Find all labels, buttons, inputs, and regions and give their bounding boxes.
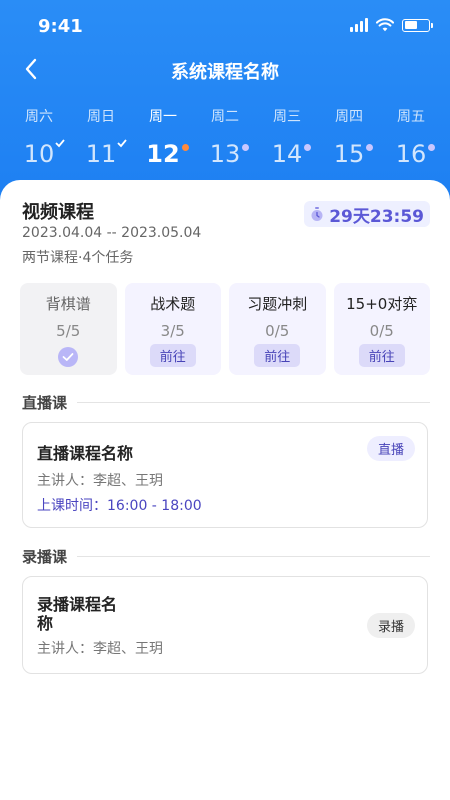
course-panel: 视频课程 29天23:59 2023.04.04 -- 2023.05.04 两… (0, 180, 450, 800)
week-selector: 周六 10 周日 11 周一 12 周二 13 周三 14 周四 15 周五 1… (8, 106, 442, 168)
course-summary: 两节课程·4个任务 (22, 250, 134, 266)
nav-bar: 系统课程名称 (0, 50, 450, 90)
section-title: 直播课 (22, 394, 68, 412)
task-name: 战术题 (150, 295, 196, 313)
lesson-name: 录播课程名 称 (37, 595, 118, 633)
live-tag: 直播 (366, 436, 415, 461)
course-date-range: 2023.04.04 -- 2023.05.04 (22, 225, 202, 241)
lesson-teacher: 主讲人：李超、王玥 (37, 641, 163, 657)
day-item[interactable]: 周四 15 (318, 106, 380, 168)
day-number: 11 (86, 139, 127, 168)
day-name: 周三 (273, 109, 301, 125)
course-title: 视频课程 (22, 202, 94, 223)
day-name: 周日 (87, 109, 115, 125)
lesson-time: 上课时间：16:00 - 18:00 (37, 498, 202, 514)
go-button[interactable]: 前往 (149, 344, 196, 367)
countdown-badge: 29天23:59 (304, 201, 430, 227)
day-item-selected[interactable]: 周一 12 (132, 106, 194, 168)
pending-dot-icon (428, 144, 436, 151)
pending-dot-icon (366, 144, 374, 151)
day-item[interactable]: 周六 10 (8, 106, 70, 168)
live-lesson-card[interactable]: 直播课程名称 直播 主讲人：李超、王玥 上课时间：16:00 - 18:00 (22, 422, 428, 528)
section-title: 录播课 (22, 548, 68, 566)
go-button[interactable]: 前往 (358, 344, 405, 367)
divider (77, 402, 430, 403)
recorded-section-header: 录播课 (22, 546, 430, 567)
header-background: 9:41 系统课程名称 周六 10 周日 11 周一 12 周二 13 周三 1… (0, 0, 450, 210)
day-item[interactable]: 周三 14 (256, 106, 318, 168)
task-name: 15+0对弈 (346, 295, 418, 313)
recorded-tag: 录播 (366, 613, 415, 638)
today-dot-icon (181, 144, 189, 151)
status-bar: 9:41 (0, 0, 450, 54)
check-icon (55, 139, 65, 148)
task-name: 背棋谱 (45, 295, 91, 313)
pending-dot-icon (242, 144, 250, 151)
task-card-sprint[interactable]: 习题冲刺 0/5 前往 (229, 283, 326, 375)
day-item[interactable]: 周五 16 (380, 106, 442, 168)
day-name: 周六 (25, 109, 53, 125)
go-button[interactable]: 前往 (254, 344, 301, 367)
task-progress: 5/5 (56, 322, 81, 340)
task-list: 背棋谱 5/5 战术题 3/5 前往 习题冲刺 0/5 前往 15+0对弈 0/… (20, 283, 430, 375)
day-number: 10 (24, 139, 65, 168)
task-progress: 0/5 (265, 322, 290, 340)
day-number: 14 (272, 140, 312, 168)
divider (77, 556, 430, 557)
wifi-icon (376, 18, 394, 32)
stopwatch-icon (311, 206, 323, 221)
countdown-text: 29天23:59 (329, 206, 424, 227)
day-name: 周二 (211, 109, 239, 125)
battery-icon (402, 18, 433, 32)
check-icon (117, 139, 127, 148)
recorded-lesson-card[interactable]: 录播课程名 称 录播 主讲人：李超、王玥 (22, 576, 428, 674)
day-item[interactable]: 周二 13 (194, 106, 256, 168)
day-name: 周一 (149, 109, 177, 125)
day-number: 15 (334, 140, 374, 168)
signal-icon (350, 18, 368, 32)
day-name: 周四 (335, 109, 363, 125)
status-time: 9:41 (38, 16, 83, 37)
lesson-name: 直播课程名称 (37, 444, 134, 463)
day-number: 16 (396, 140, 436, 168)
day-name: 周五 (397, 109, 425, 125)
pending-dot-icon (304, 144, 312, 151)
page-title: 系统课程名称 (171, 62, 279, 83)
live-section-header: 直播课 (22, 392, 430, 413)
status-icons (350, 18, 433, 32)
task-progress: 0/5 (369, 322, 394, 340)
check-circle-icon (58, 347, 79, 367)
lesson-teacher: 主讲人：李超、王玥 (37, 473, 163, 489)
task-progress: 3/5 (160, 322, 185, 340)
task-card-tactics[interactable]: 战术题 3/5 前往 (124, 283, 221, 375)
task-name: 习题冲刺 (247, 295, 308, 313)
task-card-memorize[interactable]: 背棋谱 5/5 (20, 283, 117, 375)
task-card-match[interactable]: 15+0对弈 0/5 前往 (333, 283, 430, 375)
day-number: 12 (146, 140, 189, 168)
day-item[interactable]: 周日 11 (70, 106, 132, 168)
day-number: 13 (210, 140, 250, 168)
